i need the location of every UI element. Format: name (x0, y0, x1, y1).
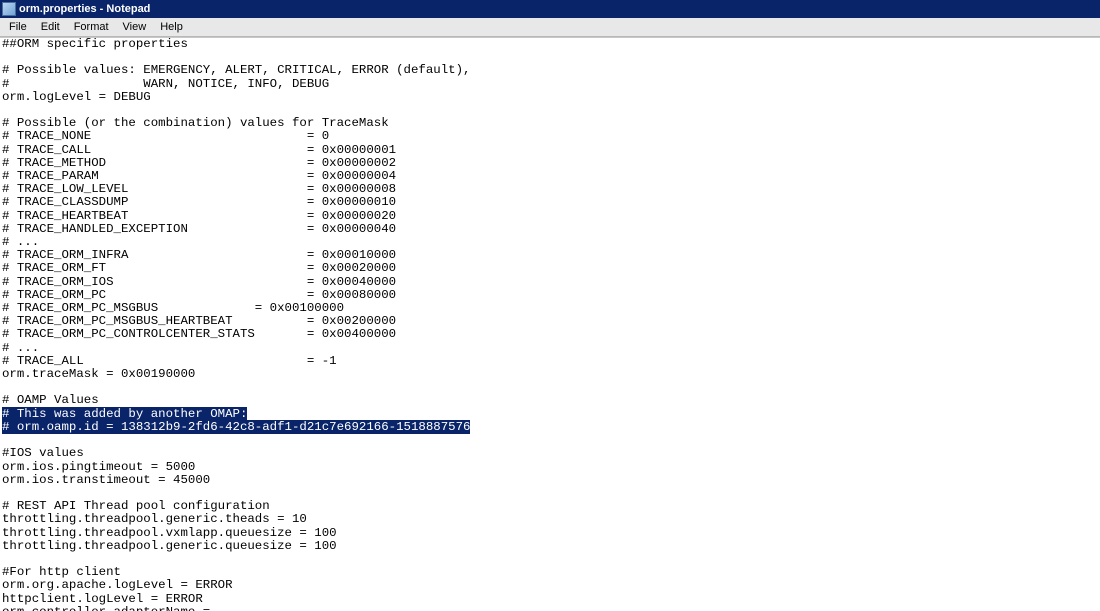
menu-edit[interactable]: Edit (34, 19, 67, 35)
menu-help[interactable]: Help (153, 19, 190, 35)
menu-file[interactable]: File (2, 19, 34, 35)
text-before-selection: ##ORM specific properties # Possible val… (2, 38, 470, 407)
text-editor[interactable]: ##ORM specific properties # Possible val… (0, 38, 1100, 611)
text-after-selection: #IOS values orm.ios.pingtimeout = 5000 o… (2, 446, 337, 611)
menu-format[interactable]: Format (67, 19, 116, 35)
menu-view[interactable]: View (116, 19, 154, 35)
menubar: File Edit Format View Help (0, 18, 1100, 37)
text-selection-line1: # This was added by another OMAP: (2, 407, 247, 421)
notepad-icon (2, 2, 16, 16)
editor-wrap: ##ORM specific properties # Possible val… (0, 37, 1100, 611)
notepad-window: orm.properties - Notepad File Edit Forma… (0, 0, 1100, 611)
titlebar-text: orm.properties - Notepad (19, 3, 150, 15)
titlebar[interactable]: orm.properties - Notepad (0, 0, 1100, 18)
text-selection-line2: # orm.oamp.id = 138312b9-2fd6-42c8-adf1-… (2, 420, 470, 434)
